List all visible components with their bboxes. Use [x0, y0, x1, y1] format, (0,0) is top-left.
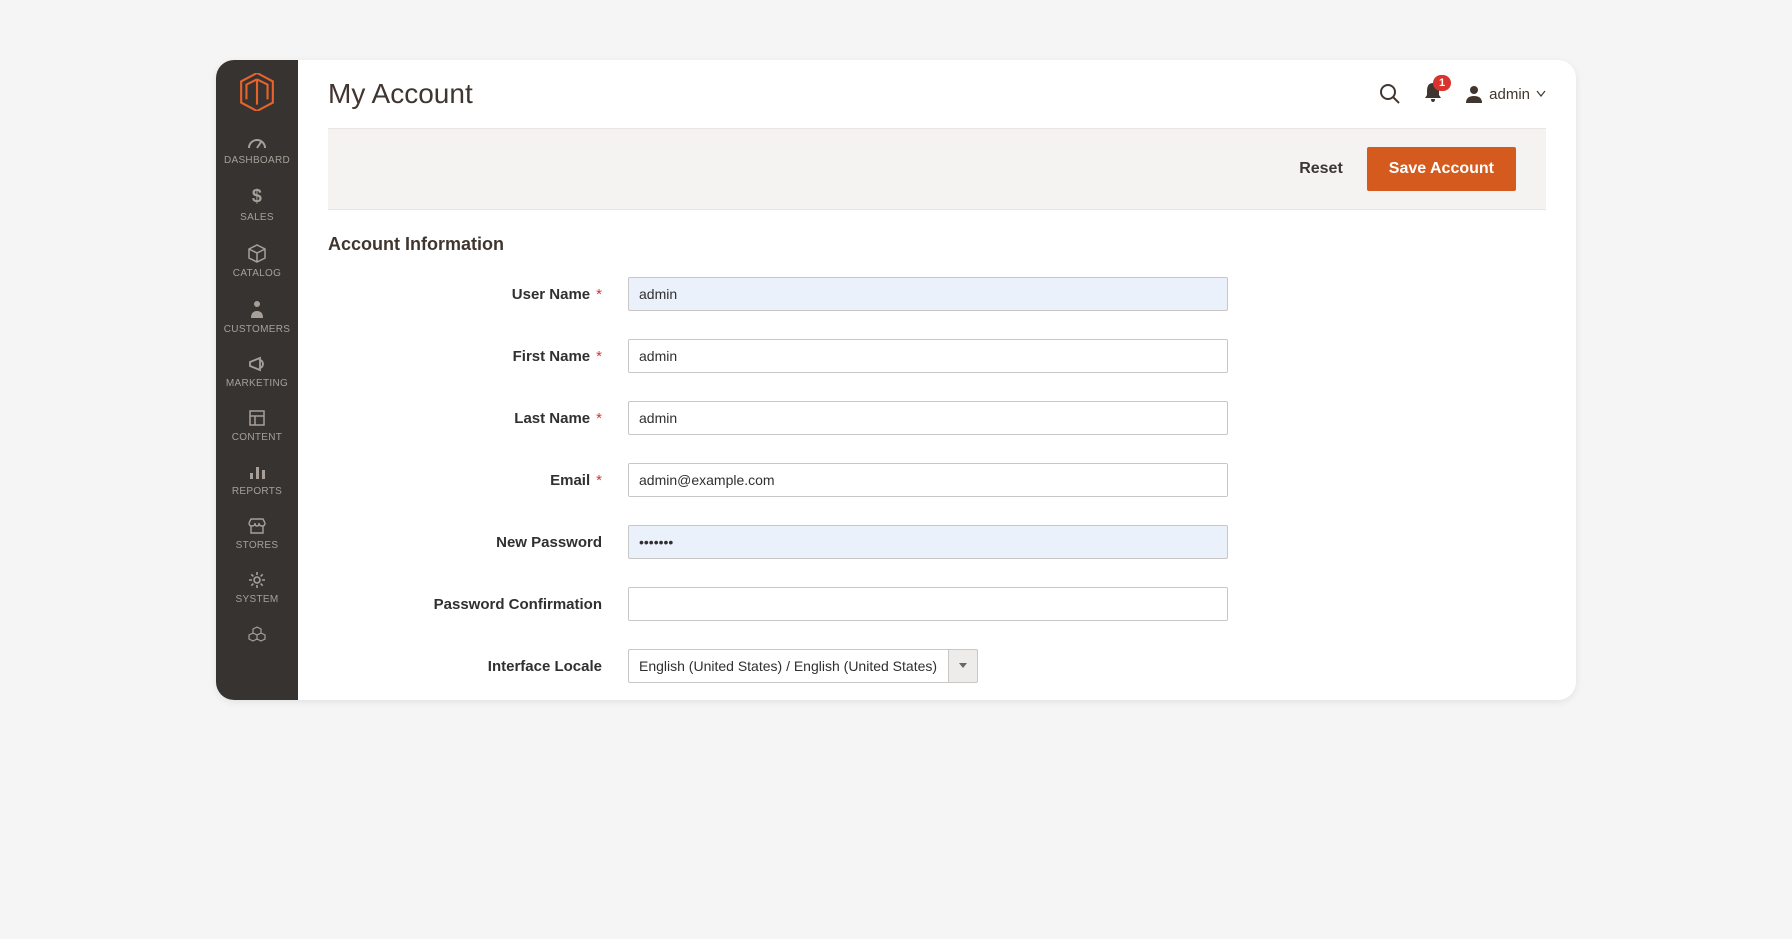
sidebar-item-stores[interactable]: STORES — [216, 507, 298, 561]
storefront-icon — [247, 517, 267, 535]
dropdown-arrow-icon[interactable] — [948, 649, 978, 683]
email-input[interactable] — [628, 463, 1228, 497]
row-username: User Name* — [328, 277, 1546, 311]
label-lastname: Last Name* — [328, 410, 628, 427]
label-newpassword: New Password — [328, 534, 628, 551]
action-bar: Reset Save Account — [328, 128, 1546, 210]
row-lastname: Last Name* — [328, 401, 1546, 435]
label-locale: Interface Locale — [328, 658, 628, 675]
account-info-section: Account Information User Name* First Nam… — [298, 210, 1576, 700]
required-star: * — [596, 348, 602, 365]
reset-button[interactable]: Reset — [1299, 160, 1343, 178]
section-title: Account Information — [328, 234, 1546, 255]
gauge-icon — [247, 134, 267, 150]
admin-window: DASHBOARD $ SALES CATALOG CUSTOMERS MARK… — [216, 60, 1576, 700]
sidebar-item-label: DASHBOARD — [224, 155, 290, 166]
username-label: admin — [1489, 86, 1530, 103]
row-newpassword: New Password — [328, 525, 1546, 559]
sidebar-item-label: REPORTS — [232, 486, 282, 497]
locale-select[interactable]: English (United States) / English (Unite… — [628, 649, 948, 683]
sidebar-item-marketing[interactable]: MARKETING — [216, 345, 298, 399]
sidebar-item-reports[interactable]: REPORTS — [216, 453, 298, 507]
sidebar-item-extensions[interactable] — [216, 615, 298, 653]
row-firstname: First Name* — [328, 339, 1546, 373]
notification-badge: 1 — [1433, 75, 1451, 91]
topbar: My Account 1 admin — [298, 60, 1576, 128]
sidebar-item-label: SYSTEM — [236, 594, 279, 605]
row-email: Email* — [328, 463, 1546, 497]
chevron-down-icon — [1536, 90, 1546, 98]
username-input[interactable] — [628, 277, 1228, 311]
firstname-input[interactable] — [628, 339, 1228, 373]
row-locale: Interface Locale English (United States)… — [328, 649, 1546, 683]
label-username: User Name* — [328, 286, 628, 303]
megaphone-icon — [247, 355, 267, 373]
sidebar-item-label: SALES — [240, 212, 274, 223]
lastname-input[interactable] — [628, 401, 1228, 435]
sidebar-item-label: STORES — [236, 540, 279, 551]
required-star: * — [596, 472, 602, 489]
top-actions: 1 admin — [1379, 81, 1546, 108]
person-icon — [249, 299, 265, 319]
sidebar-item-label: CONTENT — [232, 432, 282, 443]
sidebar-item-label: MARKETING — [226, 378, 288, 389]
sidebar-item-system[interactable]: SYSTEM — [216, 561, 298, 615]
box-icon — [247, 243, 267, 263]
search-icon[interactable] — [1379, 83, 1401, 105]
sidebar-item-label: CUSTOMERS — [224, 324, 290, 335]
label-email: Email* — [328, 472, 628, 489]
main-content: My Account 1 admin — [298, 60, 1576, 700]
label-passwordconfirm: Password Confirmation — [328, 596, 628, 613]
sidebar-item-catalog[interactable]: CATALOG — [216, 233, 298, 289]
row-passwordconfirm: Password Confirmation — [328, 587, 1546, 621]
magento-logo[interactable] — [216, 60, 298, 124]
layout-icon — [248, 409, 266, 427]
notifications-button[interactable]: 1 — [1423, 81, 1443, 108]
sidebar-item-sales[interactable]: $ SALES — [216, 176, 298, 233]
gear-icon — [248, 571, 266, 589]
sidebar-item-dashboard[interactable]: DASHBOARD — [216, 124, 298, 176]
required-star: * — [596, 410, 602, 427]
user-icon — [1465, 85, 1483, 103]
bars-icon — [248, 463, 266, 481]
newpassword-input[interactable] — [628, 525, 1228, 559]
dollar-icon: $ — [252, 186, 262, 207]
blocks-icon — [247, 625, 267, 643]
passwordconfirm-input[interactable] — [628, 587, 1228, 621]
sidebar-item-content[interactable]: CONTENT — [216, 399, 298, 453]
sidebar-item-label: CATALOG — [233, 268, 281, 279]
label-firstname: First Name* — [328, 348, 628, 365]
sidebar: DASHBOARD $ SALES CATALOG CUSTOMERS MARK… — [216, 60, 298, 700]
user-menu[interactable]: admin — [1465, 85, 1546, 103]
required-star: * — [596, 286, 602, 303]
sidebar-item-customers[interactable]: CUSTOMERS — [216, 289, 298, 345]
page-title: My Account — [328, 78, 473, 110]
save-account-button[interactable]: Save Account — [1367, 147, 1516, 191]
